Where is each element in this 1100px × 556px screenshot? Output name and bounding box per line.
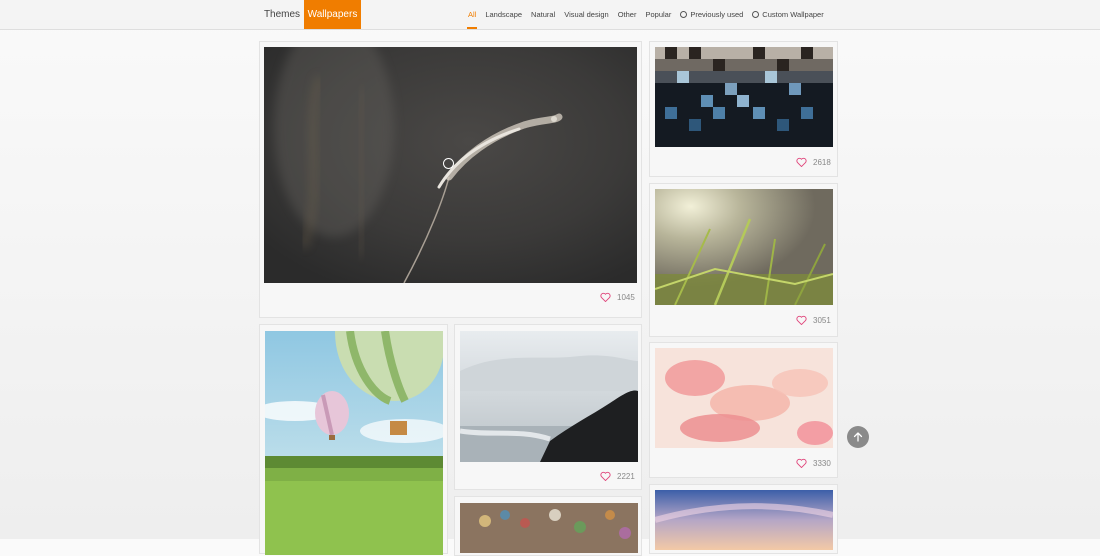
wallpaper-card-balloons[interactable] [259, 324, 448, 555]
wallpaper-card-sky[interactable] [649, 484, 838, 554]
sea-image [460, 331, 638, 462]
heart-icon [600, 292, 611, 302]
wallpaper-thumbnail[interactable] [460, 503, 638, 553]
category-nav: All Landscape Natural Visual design Othe… [466, 0, 833, 29]
wallpaper-card-buttons[interactable] [454, 496, 642, 556]
wallpaper-card-sea[interactable]: 2221 [454, 324, 642, 490]
petals-image [655, 348, 833, 448]
circle-icon [752, 11, 760, 18]
themes-tab[interactable]: Themes [262, 0, 302, 29]
heart-icon [796, 458, 807, 468]
wallpaper-thumbnail[interactable] [655, 348, 833, 448]
like-count[interactable]: 1045 [600, 292, 635, 302]
heart-icon [796, 157, 807, 167]
nav-popular[interactable]: Popular [645, 0, 671, 29]
clock-icon [680, 11, 688, 18]
nav-landscape[interactable]: Landscape [485, 0, 522, 29]
nav-all[interactable]: All [466, 0, 478, 29]
heart-icon [796, 315, 807, 325]
wallpaper-card-mosaic[interactable]: 2618 [649, 41, 838, 177]
wallpaper-thumbnail[interactable] [655, 490, 833, 550]
nav-visual-design[interactable]: Visual design [564, 0, 608, 29]
wallpaper-card-grass[interactable]: 3051 [649, 183, 838, 337]
like-count[interactable]: 3051 [796, 315, 831, 325]
wallpaper-card-featured[interactable]: 1045 [259, 41, 642, 318]
wallpaper-card-petals[interactable]: 3330 [649, 342, 838, 478]
wallpaper-thumbnail[interactable] [655, 189, 833, 305]
wallpaper-thumbnail[interactable] [655, 47, 833, 147]
arrow-up-icon [853, 432, 863, 442]
preview-icon[interactable] [443, 158, 454, 169]
scroll-to-top-button[interactable] [847, 426, 869, 448]
buttons-image [460, 503, 638, 553]
like-count[interactable]: 2221 [600, 471, 635, 481]
wallpaper-thumbnail[interactable] [265, 331, 443, 555]
mosaic-image [655, 47, 833, 147]
nav-other[interactable]: Other [618, 0, 637, 29]
like-count[interactable]: 3330 [796, 458, 831, 468]
nav-previously-used[interactable]: Previously used [680, 0, 743, 29]
wallpapers-tab[interactable]: Wallpapers [304, 0, 361, 29]
nav-natural[interactable]: Natural [531, 0, 555, 29]
grass-image [655, 189, 833, 305]
top-bar: Themes Wallpapers All Landscape Natural … [0, 0, 1100, 30]
heart-icon [600, 471, 611, 481]
balloons-image [265, 331, 443, 555]
wallpaper-thumbnail[interactable] [460, 331, 638, 462]
nav-custom-wallpaper[interactable]: Custom Wallpaper [752, 0, 824, 29]
like-count[interactable]: 2618 [796, 157, 831, 167]
sky-image [655, 490, 833, 550]
